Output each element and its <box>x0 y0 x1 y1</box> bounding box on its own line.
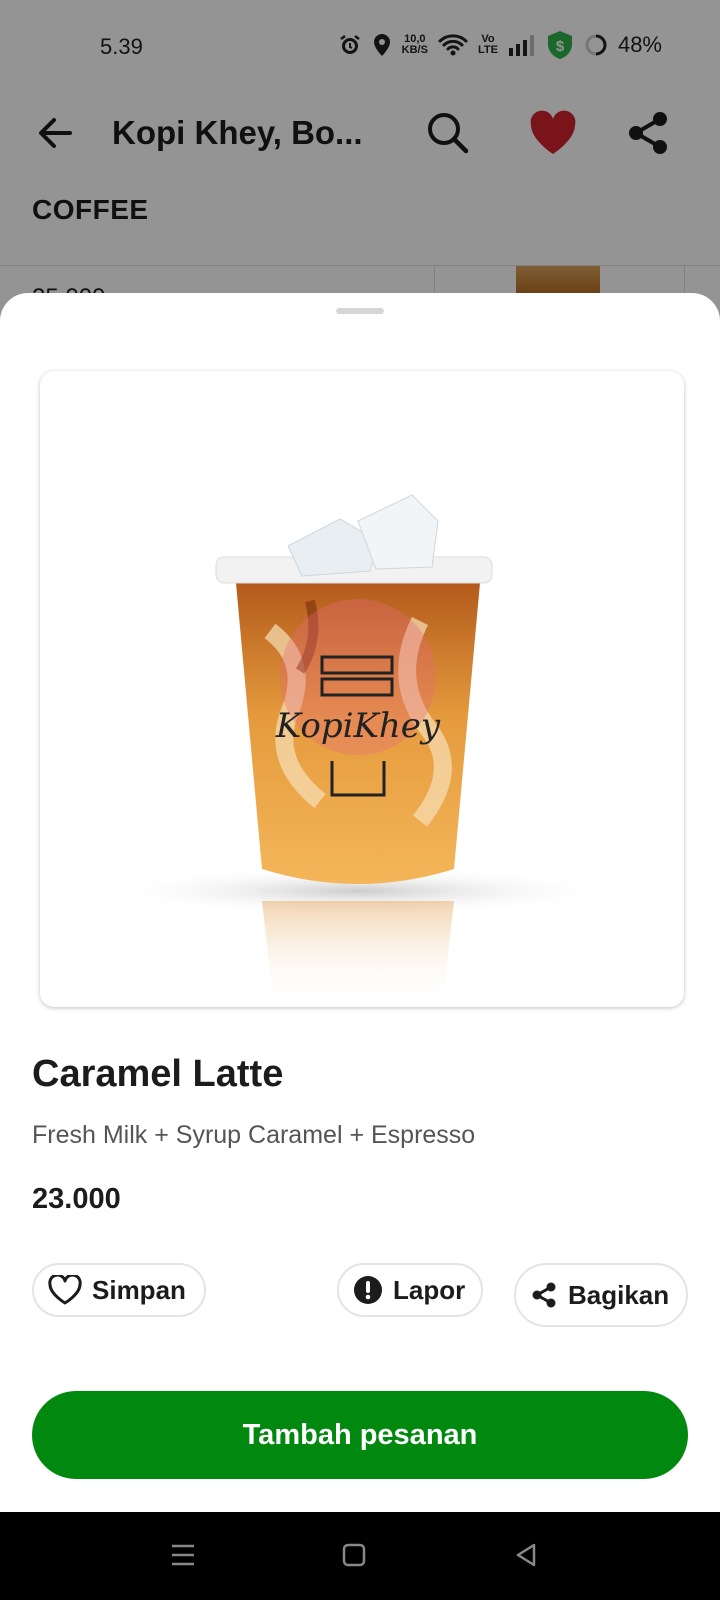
share-icon <box>532 1282 556 1308</box>
product-description: Fresh Milk + Syrup Caramel + Espresso <box>32 1121 476 1149</box>
add-to-order-label: Tambah pesanan <box>242 1418 478 1451</box>
add-to-order-button[interactable]: Tambah pesanan <box>32 1391 688 1479</box>
product-image: KopiKhey <box>40 371 684 1007</box>
home-icon[interactable] <box>342 1542 366 1568</box>
report-button[interactable]: Lapor <box>337 1263 483 1317</box>
exclamation-circle-icon <box>354 1276 382 1304</box>
product-bottom-sheet: KopiKhey Caramel Latte Fresh Milk + Syru… <box>0 293 720 1512</box>
drag-handle[interactable] <box>336 308 384 314</box>
iced-caramel-latte-illustration: KopiKhey <box>98 494 618 1007</box>
product-name: Caramel Latte <box>32 1053 284 1095</box>
recent-apps-icon[interactable] <box>170 1542 196 1568</box>
heart-outline-icon <box>48 1275 82 1305</box>
cup-logo-watermark: KopiKhey <box>275 706 441 746</box>
report-label: Lapor <box>393 1274 466 1305</box>
share-label: Bagikan <box>568 1279 670 1310</box>
save-label: Simpan <box>92 1274 186 1305</box>
system-back-icon[interactable] <box>514 1542 538 1568</box>
share-button[interactable]: Bagikan <box>514 1263 688 1327</box>
system-nav-bar <box>0 1512 720 1600</box>
save-button[interactable]: Simpan <box>32 1263 206 1317</box>
product-price: 23.000 <box>32 1183 121 1215</box>
